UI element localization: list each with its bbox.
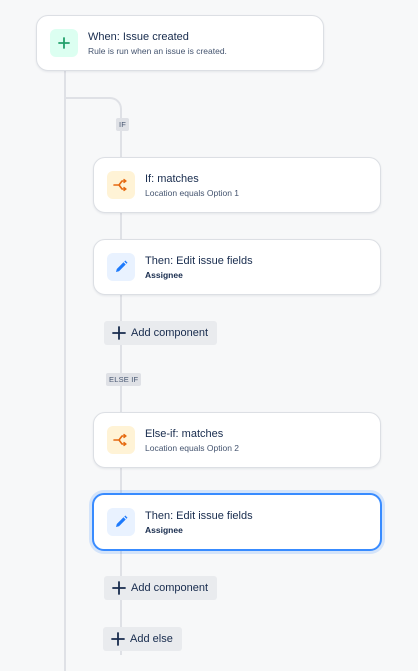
add-else-button[interactable]: Add else	[103, 627, 182, 651]
branch-icon	[113, 178, 127, 192]
if-action-card[interactable]: Then: Edit issue fields Assignee	[93, 239, 381, 295]
else-if-condition-card[interactable]: Else-if: matches Location equals Option …	[93, 412, 381, 468]
if-action-subtitle: Assignee	[145, 270, 183, 280]
if-condition-subtitle: Location equals Option 1	[145, 188, 240, 198]
if-condition-title: If: matches	[145, 173, 199, 185]
else-if-condition-subtitle: Location equals Option 2	[145, 443, 240, 453]
plus-icon	[112, 581, 126, 595]
if-branch-label: IF	[116, 118, 130, 131]
add-else-label: Add else	[130, 633, 173, 645]
trigger-card[interactable]: When: Issue created Rule is run when an …	[36, 15, 324, 71]
add-component-button[interactable]: Add component	[104, 576, 218, 600]
branch-icon	[113, 433, 127, 447]
plus-icon	[111, 632, 125, 646]
trigger-icon-box	[50, 29, 78, 57]
else-if-branch-label: ELSE IF	[106, 373, 142, 386]
pencil-icon	[116, 260, 128, 272]
if-action-title: Then: Edit issue fields	[145, 255, 253, 267]
else-if-action-card[interactable]: Then: Edit issue fields Assignee	[92, 493, 382, 551]
main-flow-line	[64, 70, 66, 671]
add-component-button[interactable]: Add component	[104, 321, 218, 345]
else-if-action-subtitle: Assignee	[145, 525, 183, 535]
else-if-condition-title: Else-if: matches	[145, 428, 224, 440]
condition-icon-box	[107, 426, 135, 454]
pencil-icon	[116, 515, 128, 527]
condition-icon-box	[107, 171, 135, 199]
add-component-label: Add component	[131, 582, 209, 594]
action-icon-box	[107, 253, 135, 281]
plus-icon	[58, 37, 70, 49]
else-if-action-title: Then: Edit issue fields	[145, 510, 253, 522]
action-icon-box	[107, 508, 135, 536]
add-component-label: Add component	[131, 327, 209, 339]
trigger-title: When: Issue created	[88, 31, 189, 43]
branch-connector-curve	[100, 97, 122, 111]
plus-icon	[112, 326, 126, 340]
if-condition-card[interactable]: If: matches Location equals Option 1	[93, 157, 381, 213]
trigger-subtitle: Rule is run when an issue is created.	[88, 46, 227, 56]
